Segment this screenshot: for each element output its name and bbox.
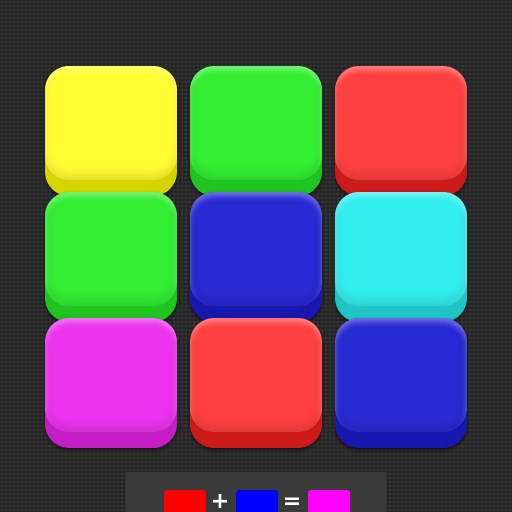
tile-r3-c3[interactable] <box>335 318 467 448</box>
tile-r2-c1[interactable] <box>45 192 177 322</box>
tile-r1-c2[interactable] <box>190 66 322 196</box>
equals-sign: = <box>282 489 302 512</box>
tile-r3-c1[interactable] <box>45 318 177 448</box>
tile-r2-c2[interactable] <box>190 192 322 322</box>
tile-r1-c1[interactable] <box>45 66 177 196</box>
game-board <box>0 0 512 512</box>
formula-left-swatch <box>164 490 206 512</box>
plus-sign: + <box>210 489 230 512</box>
color-formula-panel: + = <box>126 472 386 512</box>
tile-r3-c2[interactable] <box>190 318 322 448</box>
formula-right-swatch <box>236 490 278 512</box>
tile-r2-c3[interactable] <box>335 192 467 322</box>
formula-result-swatch <box>308 490 350 512</box>
tile-r1-c3[interactable] <box>335 66 467 196</box>
